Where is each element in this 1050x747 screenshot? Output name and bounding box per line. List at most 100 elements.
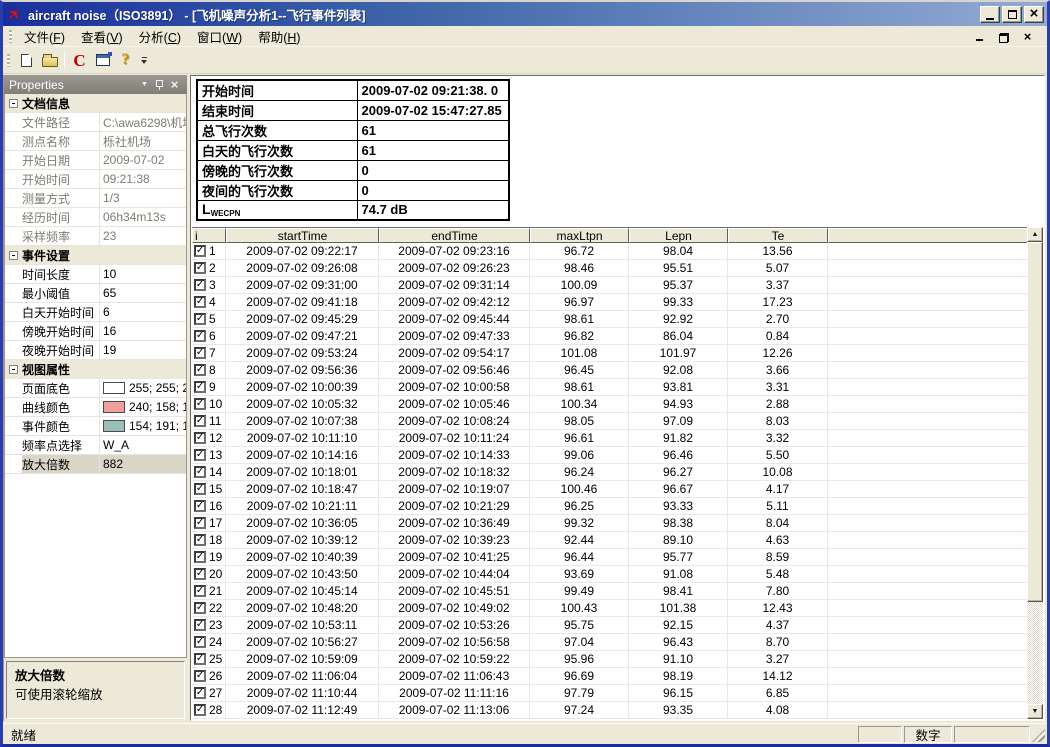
color-swatch[interactable]	[103, 401, 125, 413]
row-checkbox[interactable]	[194, 330, 206, 342]
panel-menu-button[interactable]	[137, 78, 152, 92]
table-row[interactable]: 242009-07-02 10:56:272009-07-02 10:56:58…	[192, 634, 1027, 651]
property-row[interactable]: 事件颜色154; 191; 18	[5, 417, 186, 436]
row-checkbox[interactable]	[194, 296, 206, 308]
toolbar-overflow-button[interactable]	[138, 49, 150, 71]
row-checkbox[interactable]	[194, 670, 206, 682]
property-row[interactable]: 文件路径C:\awa6298\机场	[5, 113, 186, 132]
row-checkbox[interactable]	[194, 704, 206, 716]
collapse-icon[interactable]	[9, 251, 18, 260]
property-category[interactable]: 视图属性	[5, 360, 186, 379]
row-checkbox[interactable]	[194, 500, 206, 512]
scrollbar-thumb[interactable]	[1027, 242, 1043, 602]
minimize-button[interactable]	[980, 6, 1000, 23]
table-row[interactable]: 232009-07-02 10:53:112009-07-02 10:53:26…	[192, 617, 1027, 634]
table-row[interactable]: 282009-07-02 11:12:492009-07-02 11:13:06…	[192, 702, 1027, 719]
column-header-i[interactable]: i	[192, 228, 226, 243]
property-row[interactable]: 白天开始时间6	[5, 303, 186, 322]
row-checkbox[interactable]	[194, 687, 206, 699]
column-header-filler[interactable]	[828, 228, 1027, 243]
new-document-button[interactable]	[15, 49, 38, 71]
mdi-restore-button[interactable]	[996, 30, 1011, 43]
properties-button[interactable]	[91, 49, 114, 71]
property-row[interactable]: 采样频率23	[5, 227, 186, 246]
row-checkbox[interactable]	[194, 568, 206, 580]
property-row[interactable]: 测点名称栎社机场	[5, 132, 186, 151]
table-row[interactable]: 12009-07-02 09:22:172009-07-02 09:23:169…	[192, 243, 1027, 260]
vertical-scrollbar[interactable]	[1027, 227, 1043, 719]
property-row[interactable]: 傍晚开始时间16	[5, 322, 186, 341]
row-checkbox[interactable]	[194, 551, 206, 563]
resize-grip[interactable]	[1032, 729, 1045, 742]
table-row[interactable]: 72009-07-02 09:53:242009-07-02 09:54:171…	[192, 345, 1027, 362]
row-checkbox[interactable]	[194, 585, 206, 597]
property-row[interactable]: 频率点选择W_A	[5, 436, 186, 455]
menu-item-C[interactable]: 分析(C)	[131, 25, 189, 48]
table-row[interactable]: 252009-07-02 10:59:092009-07-02 10:59:22…	[192, 651, 1027, 668]
row-checkbox[interactable]	[194, 432, 206, 444]
property-row[interactable]: 时间长度10	[5, 265, 186, 284]
close-button[interactable]	[1024, 6, 1044, 23]
row-checkbox[interactable]	[194, 245, 206, 257]
menu-item-V[interactable]: 查看(V)	[73, 25, 131, 48]
property-row[interactable]: 曲线颜色240; 158; 15	[5, 398, 186, 417]
color-swatch[interactable]	[103, 420, 125, 432]
help-button[interactable]: ?	[114, 49, 137, 71]
row-checkbox[interactable]	[194, 517, 206, 529]
table-row[interactable]: 42009-07-02 09:41:182009-07-02 09:42:129…	[192, 294, 1027, 311]
menu-item-F[interactable]: 文件(F)	[16, 25, 73, 48]
table-row[interactable]: 182009-07-02 10:39:122009-07-02 10:39:23…	[192, 532, 1027, 549]
menu-item-W[interactable]: 窗口(W)	[189, 25, 250, 48]
row-checkbox[interactable]	[194, 313, 206, 325]
row-checkbox[interactable]	[194, 364, 206, 376]
table-row[interactable]: 192009-07-02 10:40:392009-07-02 10:41:25…	[192, 549, 1027, 566]
table-row[interactable]: 22009-07-02 09:26:082009-07-02 09:26:239…	[192, 260, 1027, 277]
panel-close-button[interactable]	[167, 78, 182, 92]
table-row[interactable]: 142009-07-02 10:18:012009-07-02 10:18:32…	[192, 464, 1027, 481]
table-row[interactable]: 82009-07-02 09:56:362009-07-02 09:56:469…	[192, 362, 1027, 379]
mdi-minimize-button[interactable]	[972, 30, 987, 43]
menu-item-H[interactable]: 帮助(H)	[250, 25, 308, 48]
calibration-button[interactable]: C	[68, 49, 91, 71]
property-row[interactable]: 开始日期2009-07-02	[5, 151, 186, 170]
table-row[interactable]: 272009-07-02 11:10:442009-07-02 11:11:16…	[192, 685, 1027, 702]
table-row[interactable]: 162009-07-02 10:21:112009-07-02 10:21:29…	[192, 498, 1027, 515]
row-checkbox[interactable]	[194, 653, 206, 665]
column-header-endTime[interactable]: endTime	[379, 228, 530, 243]
table-row[interactable]: 172009-07-02 10:36:052009-07-02 10:36:49…	[192, 515, 1027, 532]
column-header-Lepn[interactable]: Lepn	[629, 228, 728, 243]
row-checkbox[interactable]	[194, 483, 206, 495]
property-row[interactable]: 测量方式1/3	[5, 189, 186, 208]
row-checkbox[interactable]	[194, 415, 206, 427]
property-row[interactable]: 页面底色255; 255; 25	[5, 379, 186, 398]
scrollbar-down-button[interactable]	[1027, 704, 1043, 719]
color-swatch[interactable]	[103, 382, 125, 394]
open-file-button[interactable]	[38, 49, 61, 71]
table-row[interactable]: 222009-07-02 10:48:202009-07-02 10:49:02…	[192, 600, 1027, 617]
row-checkbox[interactable]	[194, 466, 206, 478]
maximize-button[interactable]	[1002, 6, 1022, 23]
row-checkbox[interactable]	[194, 602, 206, 614]
row-checkbox[interactable]	[194, 347, 206, 359]
property-row[interactable]: 经历时间06h34m13s	[5, 208, 186, 227]
column-header-maxLtpn[interactable]: maxLtpn	[530, 228, 629, 243]
mdi-close-button[interactable]	[1020, 30, 1035, 43]
table-row[interactable]: 132009-07-02 10:14:162009-07-02 10:14:33…	[192, 447, 1027, 464]
row-checkbox[interactable]	[194, 279, 206, 291]
row-checkbox[interactable]	[194, 449, 206, 461]
panel-pin-button[interactable]	[152, 78, 167, 92]
table-row[interactable]: 212009-07-02 10:45:142009-07-02 10:45:51…	[192, 583, 1027, 600]
property-row[interactable]: 放大倍数882	[5, 455, 186, 474]
table-row[interactable]: 112009-07-02 10:07:382009-07-02 10:08:24…	[192, 413, 1027, 430]
property-category[interactable]: 事件设置	[5, 246, 186, 265]
row-checkbox[interactable]	[194, 619, 206, 631]
column-header-startTime[interactable]: startTime	[226, 228, 379, 243]
table-row[interactable]: 122009-07-02 10:11:102009-07-02 10:11:24…	[192, 430, 1027, 447]
menu-gripper-icon[interactable]	[9, 30, 12, 43]
scrollbar-up-button[interactable]	[1027, 227, 1043, 242]
table-row[interactable]: 152009-07-02 10:18:472009-07-02 10:19:07…	[192, 481, 1027, 498]
property-row[interactable]: 最小阈值65	[5, 284, 186, 303]
table-row[interactable]: 262009-07-02 11:06:042009-07-02 11:06:43…	[192, 668, 1027, 685]
property-row[interactable]: 夜晚开始时间19	[5, 341, 186, 360]
table-row[interactable]: 102009-07-02 10:05:322009-07-02 10:05:46…	[192, 396, 1027, 413]
